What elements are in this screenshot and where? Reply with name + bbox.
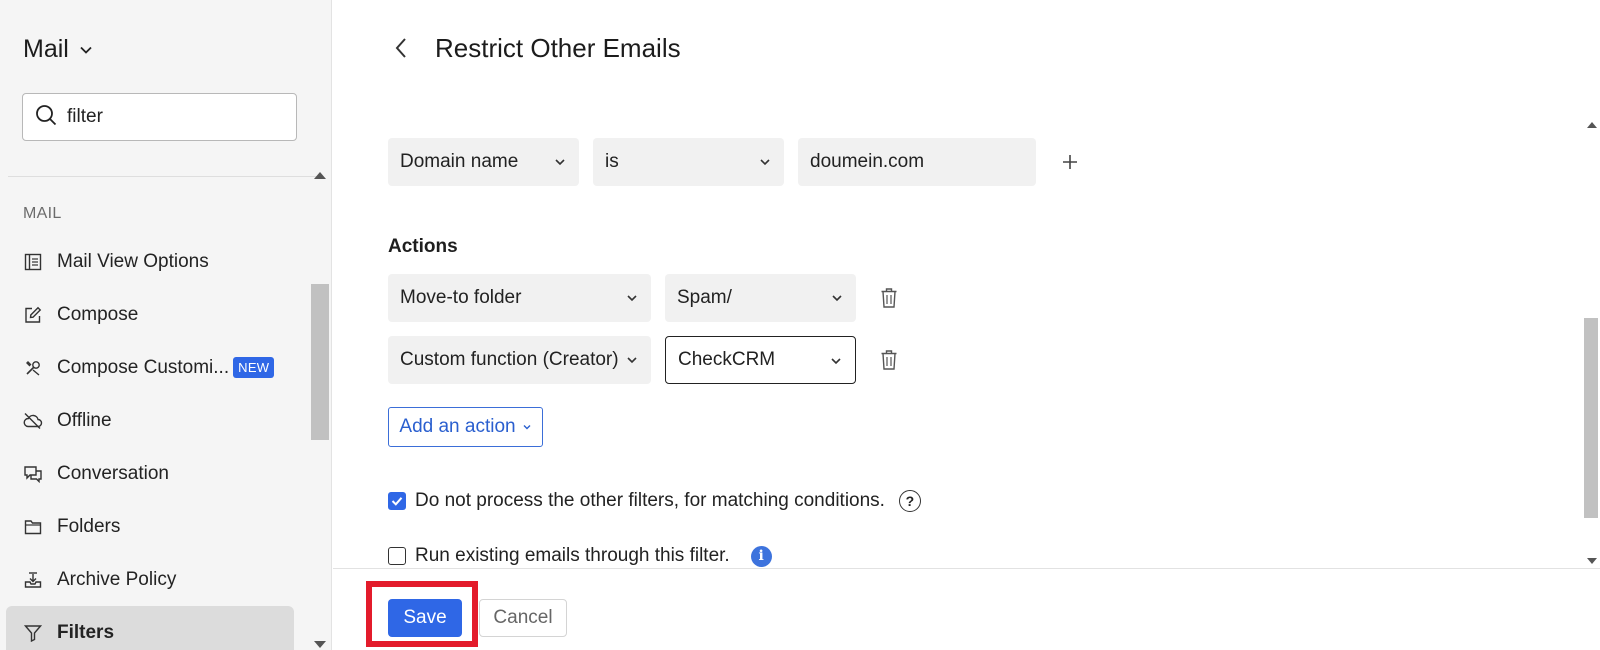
delete-action-button[interactable] <box>876 285 902 311</box>
select-value: CheckCRM <box>678 349 776 370</box>
footer-bar: Save Cancel <box>333 568 1600 650</box>
scroll-up-icon[interactable] <box>314 172 326 179</box>
chevron-down-icon <box>760 159 770 166</box>
add-condition-button[interactable] <box>1055 147 1085 177</box>
main-panel: Restrict Other Emails Domain name is dou… <box>333 0 1600 650</box>
condition-operator-select[interactable]: is <box>593 138 784 186</box>
sidebar: Mail MAIL Mail View Options Compose <box>0 0 332 650</box>
section-label: MAIL <box>23 205 62 222</box>
app-title: Mail <box>23 34 69 63</box>
add-action-label: Add an action <box>399 416 516 437</box>
filter-icon <box>23 623 43 643</box>
action-type-select[interactable]: Custom function (Creator) <box>388 336 651 384</box>
back-button[interactable] <box>383 30 419 66</box>
sidebar-item-offline[interactable]: Offline <box>6 394 294 447</box>
settings-nav: Mail View Options Compose Compose Custom… <box>6 235 294 650</box>
archive-icon <box>23 570 43 590</box>
chevron-left-icon <box>395 38 406 58</box>
chevron-down-icon <box>831 358 841 365</box>
cloud-off-icon <box>23 411 43 431</box>
sidebar-divider <box>8 176 323 177</box>
sidebar-item-conversation[interactable]: Conversation <box>6 447 294 500</box>
scroll-down-icon[interactable] <box>314 641 326 648</box>
sidebar-item-compose[interactable]: Compose <box>6 288 294 341</box>
tools-icon <box>23 358 43 378</box>
chevron-down-icon <box>75 39 97 61</box>
option-row: Do not process the other filters, for ma… <box>388 490 921 512</box>
sidebar-item-mail-view-options[interactable]: Mail View Options <box>6 235 294 288</box>
trash-icon <box>881 288 897 308</box>
info-icon[interactable]: i <box>750 545 772 567</box>
stop-processing-checkbox[interactable] <box>388 492 406 510</box>
select-value: is <box>605 151 619 172</box>
condition-value-input[interactable]: doumein.com <box>798 138 1036 186</box>
sidebar-item-label: Compose Customi... <box>57 356 230 378</box>
select-value: Custom function (Creator) <box>400 349 619 370</box>
save-button[interactable]: Save <box>388 599 462 637</box>
option-label: Do not process the other filters, for ma… <box>415 490 885 511</box>
help-icon[interactable]: ? <box>898 490 921 512</box>
sidebar-item-label: Offline <box>57 409 112 431</box>
sidebar-item-label: Conversation <box>57 462 169 484</box>
page-header: Restrict Other Emails <box>383 28 681 68</box>
page-title: Restrict Other Emails <box>435 32 681 63</box>
sidebar-item-label: Filters <box>57 621 115 643</box>
chevron-down-icon <box>832 295 842 302</box>
sidebar-scrollbar[interactable] <box>310 168 330 650</box>
search-icon <box>35 104 57 131</box>
action-value-select[interactable]: Spam/ <box>665 274 856 322</box>
chevron-down-icon <box>523 425 531 430</box>
input-value: doumein.com <box>810 151 925 172</box>
delete-action-button[interactable] <box>876 347 902 373</box>
condition-field-select[interactable]: Domain name <box>388 138 579 186</box>
option-row: Run existing emails through this filter.… <box>388 545 772 567</box>
sidebar-item-label: Folders <box>57 515 121 537</box>
sidebar-item-compose-customization[interactable]: Compose Customi... NEW <box>6 341 294 394</box>
checkmark-icon <box>391 497 403 506</box>
scroll-down-icon[interactable] <box>1587 558 1597 564</box>
cancel-button[interactable]: Cancel <box>479 599 567 637</box>
layout-icon <box>23 252 43 272</box>
sidebar-item-label: Compose <box>57 303 139 325</box>
chevron-down-icon <box>555 159 565 166</box>
sidebar-item-archive-policy[interactable]: Archive Policy <box>6 553 294 606</box>
search-input[interactable] <box>67 106 277 128</box>
new-badge: NEW <box>233 357 275 378</box>
run-existing-checkbox[interactable] <box>388 547 406 565</box>
option-label: Run existing emails through this filter. <box>415 545 730 566</box>
chevron-down-icon <box>627 357 637 364</box>
actions-label: Actions <box>388 236 458 257</box>
chevron-down-icon <box>627 295 637 302</box>
edit-icon <box>23 305 43 325</box>
scroll-up-icon[interactable] <box>1587 122 1597 128</box>
select-value: Spam/ <box>677 287 732 308</box>
sidebar-item-label: Archive Policy <box>57 568 177 590</box>
sidebar-item-label: Mail View Options <box>57 250 209 272</box>
add-action-button[interactable]: Add an action <box>388 407 543 447</box>
sidebar-item-filters[interactable]: Filters <box>6 606 294 650</box>
chat-icon <box>23 464 43 484</box>
scrollbar-thumb[interactable] <box>311 284 329 440</box>
trash-icon <box>881 350 897 370</box>
sidebar-item-folders[interactable]: Folders <box>6 500 294 553</box>
search-box[interactable] <box>22 93 297 141</box>
plus-icon <box>1063 155 1077 169</box>
scrollbar-thumb[interactable] <box>1584 318 1598 518</box>
app-switcher[interactable]: Mail <box>23 32 97 66</box>
action-type-select[interactable]: Move-to folder <box>388 274 651 322</box>
folder-icon <box>23 517 43 537</box>
select-value: Move-to folder <box>400 287 522 308</box>
main-scrollbar[interactable] <box>1584 118 1600 568</box>
select-value: Domain name <box>400 151 519 172</box>
action-value-select[interactable]: CheckCRM <box>665 336 856 384</box>
